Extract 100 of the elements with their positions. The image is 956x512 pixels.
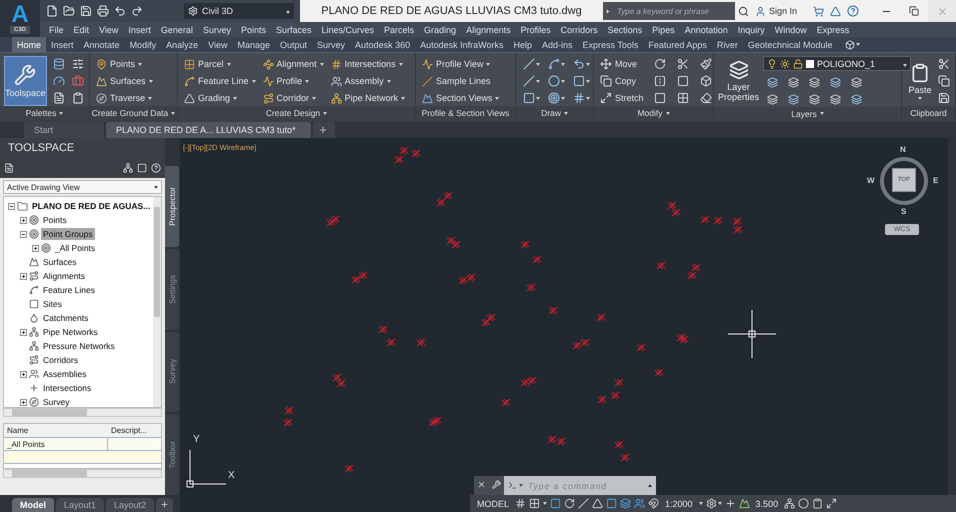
ribbon-tab[interactable]: Featured Apps — [643, 37, 712, 52]
ribbon-tab[interactable]: Analyze — [161, 37, 204, 52]
menu-item[interactable]: Inquiry — [732, 22, 770, 37]
tree-item[interactable]: PLANO DE RED DE AGUAS... — [30, 200, 152, 212]
menu-item[interactable]: General — [156, 22, 198, 37]
ribbon-command[interactable]: Traverse — [94, 90, 155, 106]
ribbon-command[interactable]: Surfaces — [94, 73, 155, 89]
menu-item[interactable]: Window — [770, 22, 812, 37]
panel-title[interactable]: Clipboard — [902, 106, 955, 120]
ribbon-tab[interactable]: Home — [12, 37, 46, 52]
ribbon-command[interactable]: Section Views — [420, 90, 502, 106]
ribbon-command[interactable]: Profile — [260, 73, 326, 89]
ribbon-tab[interactable]: River — [712, 37, 743, 52]
ribbon-command[interactable]: Stretch — [598, 90, 646, 106]
tree-item[interactable]: Surfaces — [41, 256, 79, 268]
workspace-dropdown[interactable]: Civil 3D — [184, 3, 294, 19]
ribbon-command[interactable]: Points — [94, 56, 155, 72]
ribbon-tab[interactable]: Express Tools — [578, 37, 644, 52]
tree-item[interactable]: Feature Lines — [41, 284, 97, 296]
menu-item[interactable]: Corridors — [556, 22, 603, 37]
model-space-button[interactable]: MODEL — [474, 496, 512, 511]
sign-in-button[interactable]: Sign In — [752, 2, 800, 20]
tree-item[interactable]: Point Groups — [41, 228, 95, 240]
tree-item[interactable]: Intersections — [41, 382, 94, 394]
ribbon-command[interactable]: Move — [598, 56, 646, 72]
menu-item[interactable]: Parcels — [379, 22, 420, 37]
layout-tab[interactable]: Model — [12, 498, 54, 512]
ribbon-command[interactable]: Corridor — [260, 90, 326, 106]
ribbon-command[interactable]: Grading — [182, 90, 258, 106]
layer-properties-button[interactable]: Layer Properties — [718, 56, 760, 106]
panel-title[interactable]: Palettes — [0, 106, 89, 120]
tree-item[interactable]: Points — [41, 214, 69, 226]
ribbon-tab[interactable]: Manage — [232, 37, 275, 52]
ribbon-command[interactable]: Copy — [598, 73, 646, 89]
column-header[interactable]: Name — [4, 424, 108, 437]
menu-item[interactable]: Annotation — [680, 22, 733, 37]
ribbon-command[interactable]: Feature Line — [182, 73, 258, 89]
panel-title[interactable]: Profile & Section Views — [416, 106, 515, 120]
panel-title[interactable]: Draw — [516, 106, 593, 120]
ribbon-command[interactable]: Parcel — [182, 56, 258, 72]
ribbon-tab[interactable]: Modify — [124, 37, 162, 52]
column-header[interactable]: Descript... — [108, 424, 161, 437]
tree-item[interactable]: Sites — [41, 298, 64, 310]
tree-item[interactable]: Survey — [41, 396, 72, 407]
layout-tab[interactable]: Layout1 — [56, 498, 104, 512]
compass-label[interactable]: S — [901, 207, 906, 216]
menu-item[interactable]: Grading — [419, 22, 462, 37]
tree-item[interactable]: Corridors — [41, 354, 80, 366]
file-tab[interactable]: Start — [24, 122, 104, 138]
menu-item[interactable]: Sections — [602, 22, 648, 37]
ribbon-tab[interactable]: Autodesk 360 — [350, 37, 416, 52]
ribbon-tab[interactable]: Help — [508, 37, 537, 52]
tree-item[interactable]: Assemblies — [41, 368, 88, 380]
tree-item[interactable]: Alignments — [41, 270, 88, 282]
tree-item[interactable]: Pipe Networks — [41, 326, 100, 338]
ribbon-tab[interactable]: Geotechnical Module — [742, 37, 838, 52]
compass-label[interactable]: W — [867, 176, 875, 185]
menu-item[interactable]: Survey — [198, 22, 236, 37]
tree-item[interactable]: _All Points — [53, 242, 98, 254]
elevation-value[interactable]: 3.500 — [752, 496, 782, 511]
ribbon-command[interactable]: Sample Lines — [420, 73, 502, 89]
annotation-scale[interactable]: 1:2000 — [662, 496, 696, 511]
tree-item[interactable]: Catchments — [41, 312, 90, 324]
table-row[interactable]: _All Points — [4, 438, 161, 451]
ribbon-tab[interactable]: View — [203, 37, 232, 52]
ribbon-command[interactable]: Pipe Network — [328, 90, 408, 106]
compass-label[interactable]: E — [933, 176, 938, 185]
search-field[interactable]: Type a keyword or phrase — [612, 2, 735, 20]
file-tab[interactable]: PLANO DE RED DE A... LLUVIAS CM3 tuto* — [106, 122, 311, 138]
command-field[interactable]: Type a command — [525, 476, 644, 495]
panel-title[interactable]: Create Ground Data — [90, 106, 177, 120]
menu-item[interactable]: File — [44, 22, 69, 37]
ribbon-tab[interactable]: Insert — [46, 37, 79, 52]
menu-item[interactable]: Alignments — [461, 22, 516, 37]
toolspace-button[interactable]: Toolspace — [4, 56, 47, 106]
ribbon-tab[interactable]: Add-ins — [536, 37, 578, 52]
ribbon-tab[interactable]: Output — [275, 37, 312, 52]
compass-label[interactable]: N — [900, 145, 906, 154]
menu-item[interactable]: Lines/Curves — [316, 22, 380, 37]
menu-item[interactable]: Insert — [123, 22, 156, 37]
menu-item[interactable]: Profiles — [516, 22, 556, 37]
ribbon-command[interactable]: Profile View — [420, 56, 502, 72]
menu-item[interactable]: Surfaces — [270, 22, 316, 37]
menu-item[interactable]: Pipes — [647, 22, 680, 37]
ribbon-command[interactable]: Intersections — [328, 56, 408, 72]
layout-tab[interactable]: Layout2 — [106, 498, 154, 512]
menu-item[interactable]: Points — [236, 22, 271, 37]
ribbon-tab[interactable]: Annotate — [78, 37, 125, 52]
side-tab[interactable]: Prospector — [165, 166, 179, 247]
layer-dropdown[interactable]: POLIGONO_1 — [763, 56, 912, 71]
panel-title[interactable]: Layers — [714, 107, 901, 120]
view-dropdown[interactable]: Active Drawing View — [3, 180, 162, 194]
ribbon-command[interactable]: Assembly — [328, 73, 408, 89]
menu-item[interactable]: Edit — [68, 22, 94, 37]
ribbon-tab[interactable]: Autodesk InfraWorks — [415, 37, 508, 52]
ribbon-command[interactable]: Alignment — [260, 56, 326, 72]
panel-title[interactable]: Create Design — [178, 106, 415, 120]
menu-item[interactable]: View — [94, 22, 124, 37]
panel-title[interactable]: Modify — [594, 106, 713, 120]
ribbon-tab[interactable]: Survey — [312, 37, 350, 52]
